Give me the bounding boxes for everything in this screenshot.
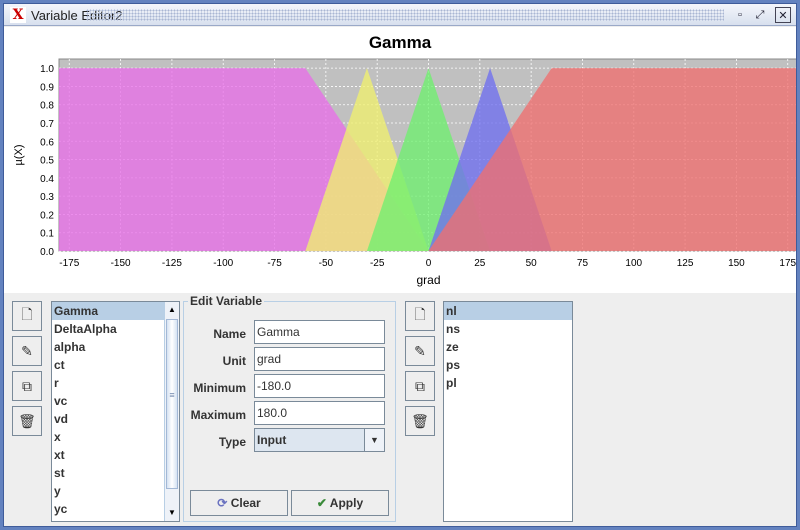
chart-title: Gamma <box>369 33 432 52</box>
x-tick-label: 50 <box>526 258 538 269</box>
new-document-icon: 🗋 <box>21 306 33 322</box>
membership-chart: Gamma 0.0 0.1 0.2 0.3 0.4 0.5 0.6 0.7 0.8 0.9 1.0 -1… <box>4 27 799 293</box>
y-tick-label: 0.3 <box>40 192 54 203</box>
term-list-item[interactable]: ns <box>444 320 572 338</box>
x-tick-label: -50 <box>319 258 334 269</box>
edit-pencil-icon: ✎ <box>21 342 33 359</box>
term-list-item[interactable]: pl <box>444 374 572 392</box>
edit-term-button[interactable]: ✎ <box>405 336 435 366</box>
variable-list-item[interactable]: r <box>52 374 179 392</box>
scroll-up-icon[interactable]: ▲ <box>165 302 179 318</box>
copy-term-button[interactable]: ⧉ <box>405 371 435 401</box>
variable-list-item[interactable]: alpha <box>52 338 179 356</box>
x-tick-label: 125 <box>677 258 694 269</box>
title-bar[interactable]: X Variable Editor2 ▫ ⤢ ✕ <box>4 4 796 26</box>
y-tick-label: 0.6 <box>40 137 54 148</box>
copy-icon: ⧉ <box>415 377 425 394</box>
x-tick-label: -25 <box>370 258 385 269</box>
minimize-icon[interactable]: ▫ <box>732 7 748 23</box>
term-list-item[interactable]: ze <box>444 338 572 356</box>
variable-list-item[interactable]: st <box>52 464 179 482</box>
x-tick-label: -175 <box>59 258 79 269</box>
checkmark-icon: ✔ <box>316 496 327 510</box>
edit-variable-button[interactable]: ✎ <box>12 336 42 366</box>
x-tick-label: -75 <box>267 258 282 269</box>
variable-list-item[interactable]: y <box>52 482 179 500</box>
variable-list-item[interactable]: xt <box>52 446 179 464</box>
fuzzy-app-icon: X <box>10 7 26 23</box>
edit-variable-title: Edit Variable <box>188 294 265 308</box>
apply-button[interactable]: ✔ Apply <box>291 490 389 516</box>
edit-variable-group: Edit Variable Name Gamma Unit grad Minim… <box>183 294 396 522</box>
y-tick-label: 0.4 <box>40 174 54 185</box>
y-tick-label: 0.9 <box>40 82 54 93</box>
variable-list[interactable]: Gamma DeltaAlpha alpha ct r vc vd x xt st y yc ▲ ≡ … <box>51 301 180 522</box>
unit-field[interactable]: grad <box>254 347 385 371</box>
variable-list-item[interactable]: DeltaAlpha <box>52 320 179 338</box>
minimum-field[interactable]: -180.0 <box>254 374 385 398</box>
new-document-icon: 🗋 <box>414 306 426 322</box>
copy-variable-button[interactable]: ⧉ <box>12 371 42 401</box>
y-tick-label: 0.0 <box>40 247 54 258</box>
clear-button[interactable]: ⟳ Clear <box>190 490 288 516</box>
y-tick-label: 0.1 <box>40 229 54 240</box>
x-tick-label: 75 <box>577 258 589 269</box>
edit-pencil-icon: ✎ <box>414 342 426 359</box>
variable-list-scrollbar[interactable]: ▲ ≡ ▼ <box>164 302 179 521</box>
x-tick-label: 25 <box>474 258 486 269</box>
clear-label: Clear <box>230 496 261 510</box>
scroll-thumb[interactable]: ≡ <box>166 319 178 489</box>
new-variable-button[interactable]: 🗋 <box>12 301 42 331</box>
x-tick-label: 0 <box>426 258 432 269</box>
variable-list-item[interactable]: ct <box>52 356 179 374</box>
variable-list-item[interactable]: yc <box>52 500 179 518</box>
close-icon[interactable]: ✕ <box>775 7 791 23</box>
x-tick-label: 100 <box>625 258 642 269</box>
new-term-button[interactable]: 🗋 <box>405 301 435 331</box>
title-texture <box>86 9 724 21</box>
x-tick-label: -125 <box>162 258 182 269</box>
y-tick-label: 1.0 <box>40 64 54 75</box>
x-tick-label: -100 <box>213 258 233 269</box>
variable-list-item[interactable]: Gamma <box>52 302 179 320</box>
y-tick-label: 0.7 <box>40 119 54 130</box>
chevron-down-icon[interactable]: ▼ <box>364 429 384 451</box>
term-list[interactable]: nl ns ze ps pl <box>443 301 573 522</box>
type-dropdown[interactable]: Input ▼ <box>254 428 385 452</box>
maximum-label: Maximum <box>190 408 246 422</box>
chart-svg: Gamma 0.0 0.1 0.2 0.3 0.4 0.5 0.6 0.7 0.8 0.9 1.0 -1… <box>13 33 799 287</box>
unit-label: Unit <box>222 354 246 368</box>
variable-editor-window: X Variable Editor2 ▫ ⤢ ✕ Gamma 0.0 0.1 0.2 0… <box>3 3 799 527</box>
variable-list-item[interactable]: vd <box>52 410 179 428</box>
x-tick-label: -150 <box>111 258 131 269</box>
name-field[interactable]: Gamma <box>254 320 385 344</box>
maximum-field[interactable]: 180.0 <box>254 401 385 425</box>
refresh-icon: ⟳ <box>217 496 228 510</box>
maximize-icon[interactable]: ⤢ <box>752 7 768 23</box>
trash-icon: 🗑 <box>18 412 36 429</box>
y-tick-label: 0.8 <box>40 101 54 112</box>
apply-label: Apply <box>329 496 364 510</box>
type-value: Input <box>257 433 287 447</box>
name-label: Name <box>213 327 246 341</box>
variable-list-item[interactable]: vc <box>52 392 179 410</box>
variable-list-item[interactable]: x <box>52 428 179 446</box>
copy-icon: ⧉ <box>22 377 32 394</box>
y-axis-label: µ(X) <box>13 144 25 165</box>
trash-icon: 🗑 <box>411 412 429 429</box>
y-tick-label: 0.2 <box>40 210 54 221</box>
y-tick-label: 0.5 <box>40 156 54 167</box>
term-list-item[interactable]: ps <box>444 356 572 374</box>
x-tick-label: 175 <box>779 258 796 269</box>
delete-term-button[interactable]: 🗑 <box>405 406 435 436</box>
delete-variable-button[interactable]: 🗑 <box>12 406 42 436</box>
x-axis-label: grad <box>416 273 440 287</box>
scroll-down-icon[interactable]: ▼ <box>165 505 179 521</box>
minimum-label: Minimum <box>193 381 246 395</box>
x-tick-label: 150 <box>728 258 745 269</box>
type-label: Type <box>218 435 246 449</box>
term-list-item[interactable]: nl <box>444 302 572 320</box>
